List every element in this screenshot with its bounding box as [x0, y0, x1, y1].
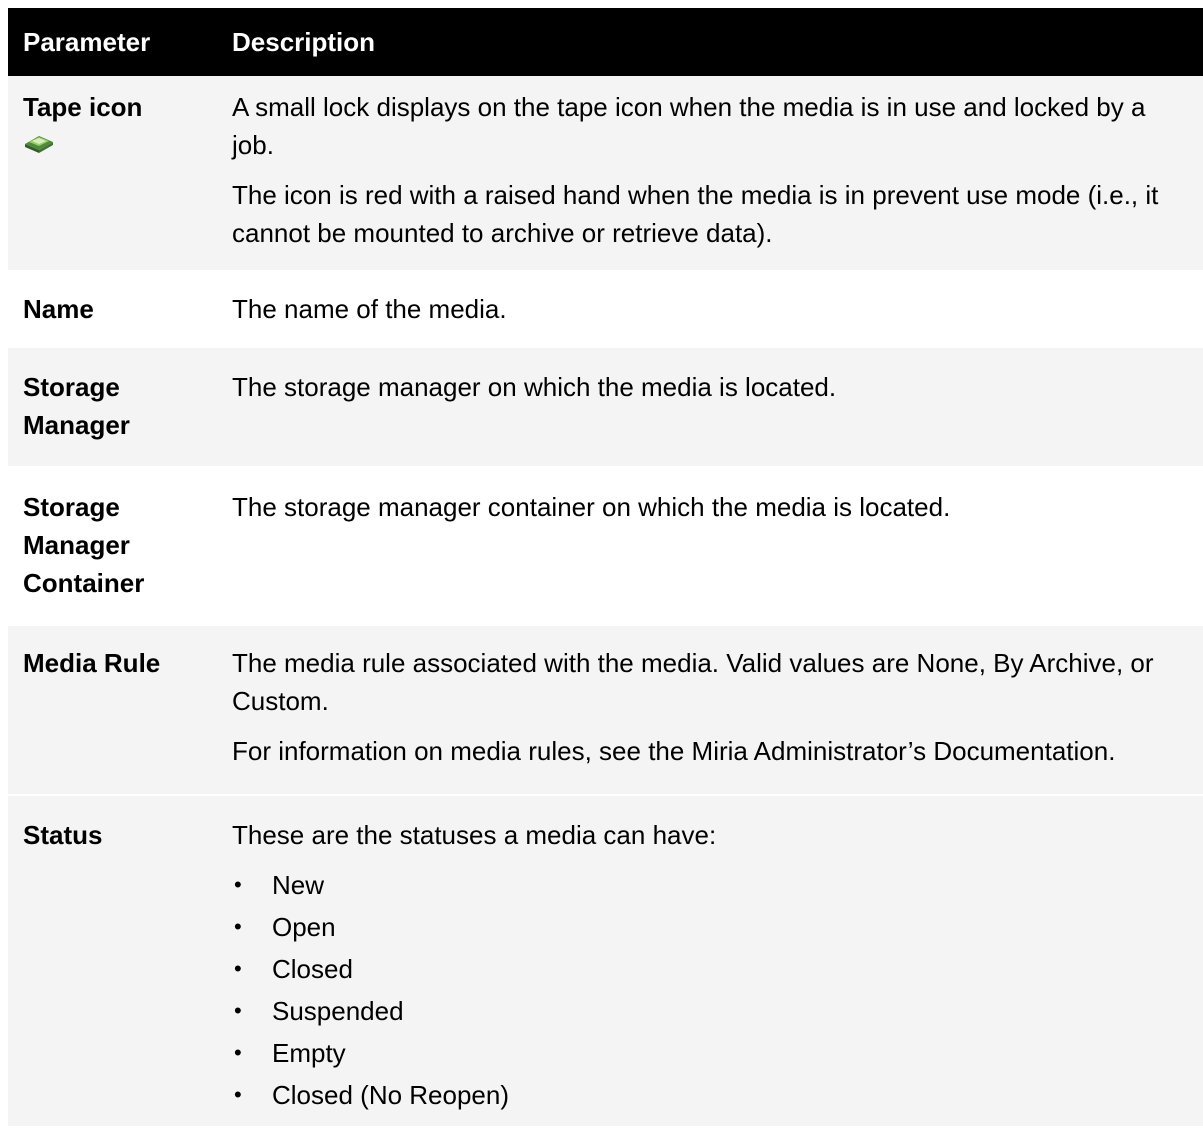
table-row: Storage Manager The storage manager on w…: [8, 348, 1203, 468]
desc-storage-manager-container: The storage manager container on which t…: [232, 492, 951, 522]
list-item: • Empty: [234, 1038, 346, 1068]
desc-status: These are the statuses a media can have:: [232, 820, 717, 850]
desc-media-rule-2: For information on media rules, see the …: [232, 736, 1116, 766]
desc-media-rule-1: The media rule associated with the media…: [232, 648, 1154, 716]
header-description: Description: [232, 26, 376, 57]
tape-icon: [25, 136, 53, 153]
desc-name: The name of the media.: [232, 294, 507, 324]
table-row: Name The name of the media.: [8, 272, 1203, 348]
list-item: • Open: [234, 912, 336, 942]
table-row: Storage Manager Container The storage ma…: [8, 468, 1203, 626]
list-item: • Suspended: [234, 996, 404, 1026]
header-parameter: Parameter: [23, 26, 151, 57]
list-item: • New: [234, 870, 325, 900]
parameter-table: Parameter Description Tape icon A small …: [8, 8, 1203, 1128]
list-item: • Closed: [234, 954, 353, 984]
table-row: Status These are the statuses a media ca…: [8, 796, 1203, 1128]
table-header: Parameter Description: [8, 8, 1203, 76]
param-tape-icon: Tape icon: [23, 92, 143, 122]
list-item: • Closed (No Reopen): [234, 1080, 510, 1110]
desc-storage-manager: The storage manager on which the media i…: [232, 372, 837, 402]
table-row: Media Rule The media rule associated wit…: [8, 626, 1203, 796]
param-storage-manager: Storage Manager: [23, 372, 130, 440]
param-status: Status: [23, 820, 103, 850]
param-storage-manager-container: Storage Manager Container: [23, 492, 145, 598]
table-row: Tape icon A small lock displays on the t…: [8, 76, 1203, 272]
status-list: • New • Open • Closed • Suspended • Empty • Cl…: [232, 864, 1193, 1116]
desc-tape-icon-2: The icon is red with a raised hand when …: [232, 180, 1159, 248]
desc-tape-icon-1: A small lock displays on the tape icon w…: [232, 92, 1146, 160]
param-media-rule: Media Rule: [23, 648, 161, 678]
param-name: Name: [23, 294, 94, 324]
